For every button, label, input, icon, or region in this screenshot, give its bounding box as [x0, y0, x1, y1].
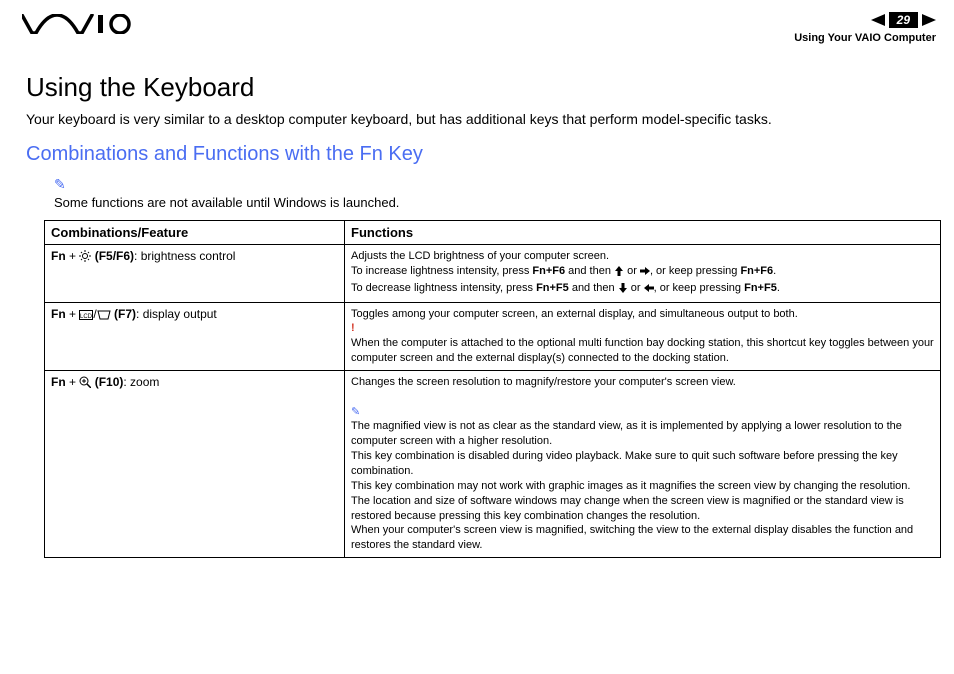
- table-row: Fn + LCD/ (F7): display output Toggles a…: [45, 302, 941, 370]
- key-label: Fn+F6: [532, 265, 565, 277]
- table-header-row: Combinations/Feature Functions: [45, 221, 941, 245]
- func-text: or: [628, 282, 644, 294]
- func-text: To decrease lightness intensity, press: [351, 282, 536, 294]
- arrow-down-icon: [618, 283, 628, 298]
- combo-cell: Fn + (F5/F6): brightness control: [45, 245, 345, 303]
- arrow-up-icon: [614, 266, 624, 281]
- func-cell: Toggles among your computer screen, an e…: [345, 302, 941, 370]
- func-text: The location and size of software window…: [351, 495, 904, 522]
- key-label: (F5/F6): [95, 249, 134, 263]
- func-text: Changes the screen resolution to magnify…: [351, 376, 736, 388]
- func-text: Adjusts the LCD brightness of your compu…: [351, 250, 609, 262]
- func-text: Toggles among your computer screen, an e…: [351, 308, 798, 320]
- fn-table: Combinations/Feature Functions Fn + (F5/…: [44, 220, 941, 558]
- col-header-functions: Functions: [345, 221, 941, 245]
- fn-label: Fn: [51, 375, 66, 389]
- top-note: Some functions are not available until W…: [54, 195, 932, 210]
- section-title: Combinations and Functions with the Fn K…: [26, 143, 932, 166]
- next-page-icon[interactable]: [922, 14, 936, 26]
- vaio-logo: [22, 14, 132, 39]
- page-nav: 29: [794, 12, 936, 28]
- func-text: This key combination may not work with g…: [351, 480, 910, 492]
- vga-icon: [97, 309, 111, 323]
- top-bar: 29 Using Your VAIO Computer: [22, 12, 936, 44]
- warning-icon: !: [351, 322, 355, 334]
- svg-text:LCD: LCD: [80, 314, 93, 320]
- func-text: When the computer is attached to the opt…: [351, 337, 934, 364]
- fn-label: Fn: [51, 307, 66, 321]
- lcd-icon: LCD: [79, 309, 93, 323]
- table-row: Fn + (F5/F6): brightness control Adjusts…: [45, 245, 941, 303]
- combo-desc: : brightness control: [134, 249, 235, 263]
- func-text: The magnified view is not as clear as th…: [351, 420, 902, 447]
- combo-cell: Fn + (F10): zoom: [45, 370, 345, 557]
- col-header-combinations: Combinations/Feature: [45, 221, 345, 245]
- arrow-left-icon: [644, 283, 654, 298]
- func-text: , or keep pressing: [654, 282, 745, 294]
- fn-label: Fn: [51, 249, 66, 263]
- brightness-icon: [79, 250, 91, 265]
- content: Using the Keyboard Your keyboard is very…: [22, 72, 936, 558]
- page-title: Using the Keyboard: [26, 72, 932, 103]
- func-text: and then: [565, 265, 614, 277]
- key-label: (F10): [95, 375, 124, 389]
- key-label: Fn+F6: [740, 265, 773, 277]
- func-text: .: [773, 265, 776, 277]
- zoom-icon: [79, 376, 91, 391]
- func-cell: Adjusts the LCD brightness of your compu…: [345, 245, 941, 303]
- pencil-icon: ✎: [351, 406, 360, 418]
- func-text: This key combination is disabled during …: [351, 450, 898, 477]
- key-label: Fn+F5: [536, 282, 569, 294]
- func-cell: Changes the screen resolution to magnify…: [345, 370, 941, 557]
- combo-desc: : display output: [136, 307, 217, 321]
- key-label: (F7): [114, 307, 136, 321]
- func-text: and then: [569, 282, 618, 294]
- arrow-right-icon: [640, 266, 650, 281]
- intro-text: Your keyboard is very similar to a deskt…: [26, 111, 932, 127]
- section-crumb: Using Your VAIO Computer: [794, 32, 936, 44]
- func-text: When your computer's screen view is magn…: [351, 524, 913, 551]
- page-number: 29: [889, 12, 918, 28]
- key-label: Fn+F5: [744, 282, 777, 294]
- combo-desc: : zoom: [123, 375, 159, 389]
- func-text: .: [777, 282, 780, 294]
- combo-cell: Fn + LCD/ (F7): display output: [45, 302, 345, 370]
- func-text: , or keep pressing: [650, 265, 741, 277]
- func-text: or: [624, 265, 640, 277]
- prev-page-icon[interactable]: [871, 14, 885, 26]
- table-row: Fn + (F10): zoom Changes the screen reso…: [45, 370, 941, 557]
- pencil-icon: ✎: [54, 176, 932, 193]
- func-text: To increase lightness intensity, press: [351, 265, 532, 277]
- header-right: 29 Using Your VAIO Computer: [794, 12, 936, 44]
